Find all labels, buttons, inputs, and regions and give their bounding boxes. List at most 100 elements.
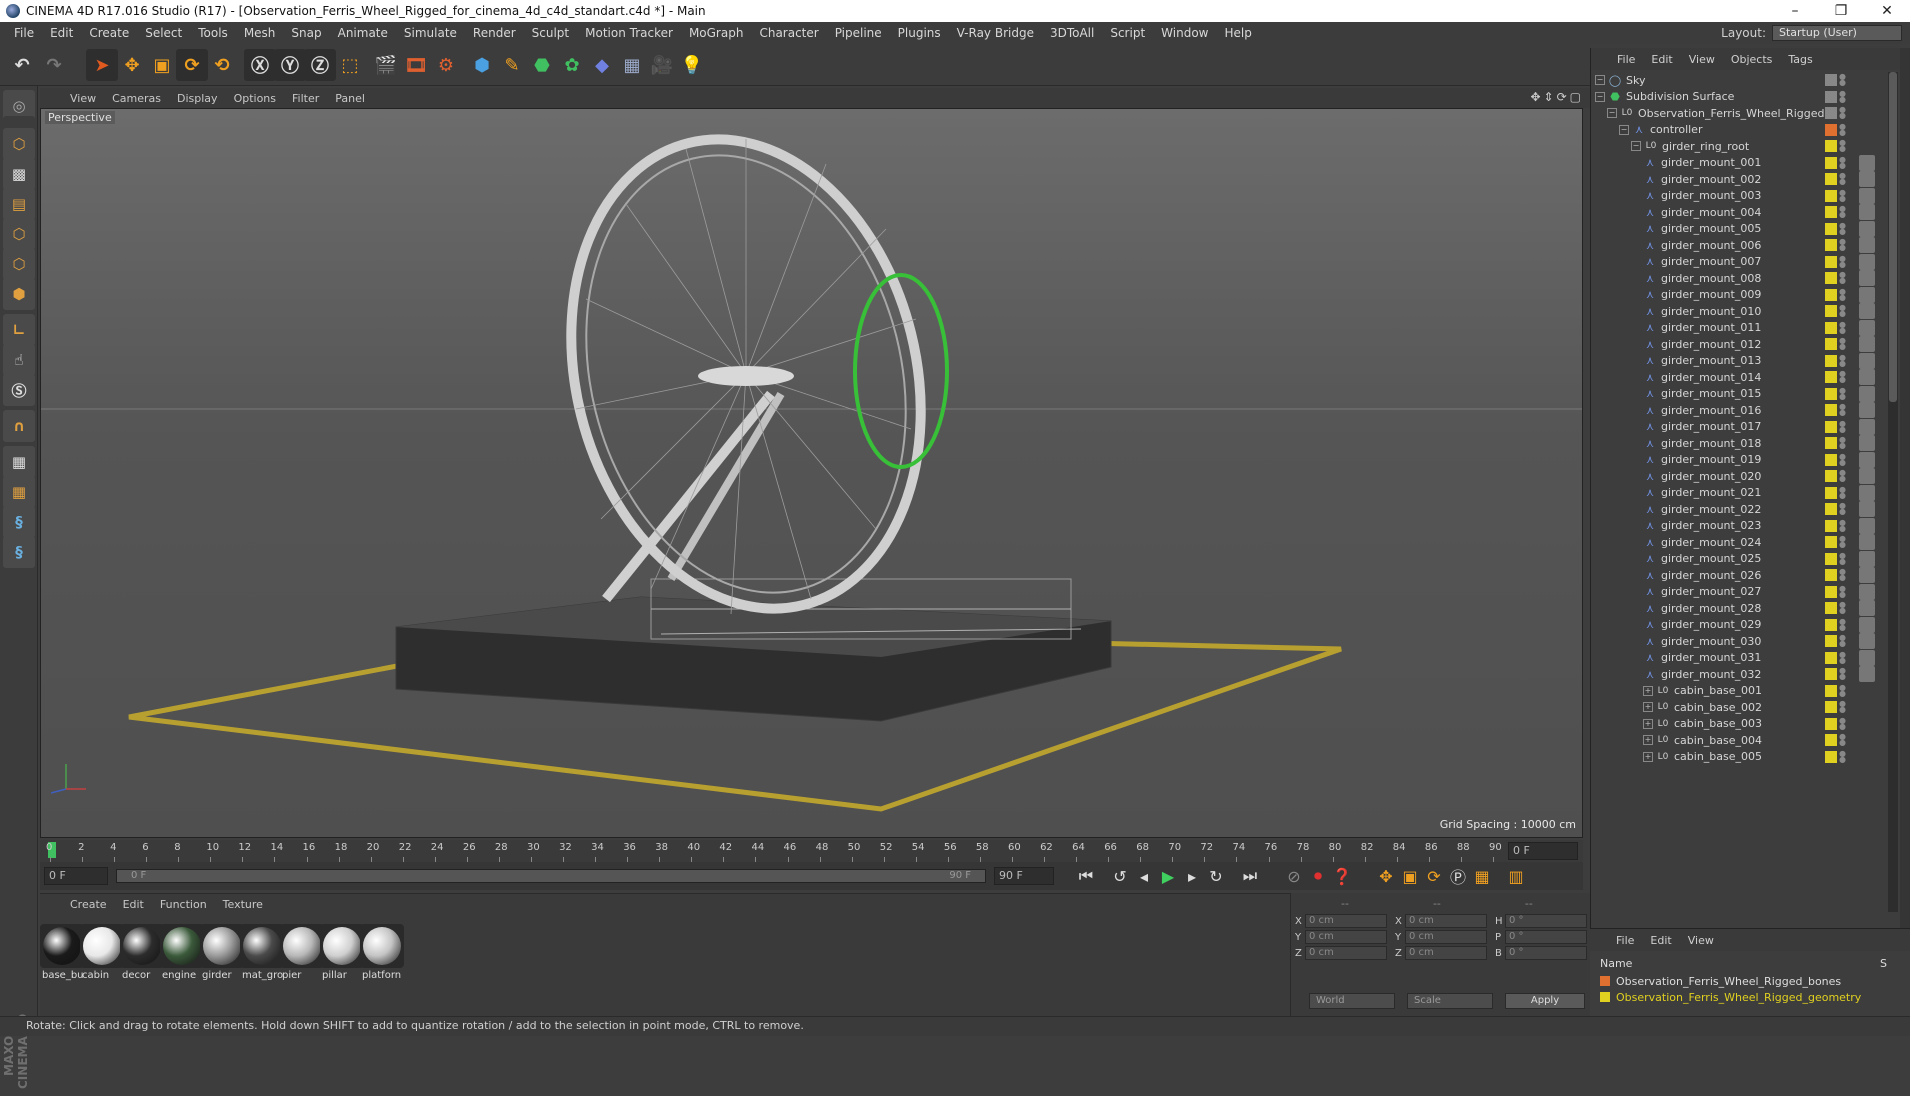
weight-tag-icon[interactable] [1859,418,1875,435]
material-preview[interactable] [160,924,204,968]
viewport-menu-view[interactable]: View [62,92,104,105]
menu-animate[interactable]: Animate [330,26,396,40]
apply-button[interactable]: Apply [1505,993,1585,1009]
coord-size-field[interactable]: 0 cm [1405,930,1487,944]
weight-tag-icon[interactable] [1859,286,1875,303]
visibility-dots-icon[interactable]: ● ● [1839,205,1846,219]
visibility-dots-icon[interactable]: ● ● [1839,386,1846,400]
layout-dropdown[interactable]: Startup (User) [1772,25,1902,41]
object-row[interactable]: ⋏ girder_mount_013 ● ● [1591,352,1887,369]
layer-color-swatch[interactable] [1825,470,1837,482]
visibility-dots-icon[interactable]: ● ● [1839,320,1846,334]
tree-expand-toggle[interactable]: + [1643,685,1653,696]
menu-script[interactable]: Script [1102,26,1153,40]
edges-mode-icon[interactable]: ⬡ [3,248,35,280]
layer-row[interactable]: Observation_Ferris_Wheel_Rigged_bones [1600,973,1900,989]
layer-menu-file[interactable]: File [1608,934,1642,947]
coord-pos-field[interactable]: 0 cm [1305,946,1387,960]
coord-rot-field[interactable]: 0 ° [1505,946,1587,960]
object-row[interactable]: ⋏ girder_mount_023 ● ● [1591,517,1887,534]
object-menu-objects[interactable]: Objects [1723,53,1781,66]
lock-workplane-icon[interactable]: ▦ [3,446,35,478]
weight-tag-icon[interactable] [1859,253,1875,270]
material-preview[interactable] [280,924,324,968]
layer-color-swatch[interactable] [1825,519,1837,532]
layer-color-swatch[interactable] [1825,140,1837,152]
layer-color-swatch[interactable] [1825,618,1837,631]
visibility-dots-icon[interactable]: ● ● [1839,89,1846,103]
object-row[interactable]: ⋏ girder_mount_010 ● ● [1591,303,1887,319]
object-row[interactable]: ⋏ girder_mount_018 ● ● [1591,435,1887,451]
object-row[interactable]: ⋏ girder_mount_014 ● ● [1591,369,1887,385]
layer-color-swatch[interactable] [1600,992,1610,1002]
visibility-dots-icon[interactable]: ● ● [1839,353,1846,367]
layer-color-swatch[interactable] [1825,453,1837,466]
object-row[interactable]: + L0 cabin_base_002 ● ● [1591,699,1887,715]
object-row[interactable]: ⋏ girder_mount_009 ● ● [1591,286,1887,303]
last-tool-icon[interactable]: ⟲ [206,49,238,81]
menu-motion-tracker[interactable]: Motion Tracker [577,26,681,40]
material-preview[interactable] [200,924,244,968]
scale-icon[interactable]: ▣ [146,49,178,81]
polygons-mode-icon[interactable]: ⬢ [3,278,35,310]
object-row[interactable]: ⋏ girder_mount_007 ● ● [1591,253,1887,270]
prev-keyframe-icon[interactable]: ↺ [1108,864,1132,888]
model-mode-icon[interactable]: ⬡ [3,128,35,160]
layer-color-swatch[interactable] [1825,420,1837,433]
autokey-icon[interactable]: ⏺ [1306,864,1330,888]
magnet-icon[interactable]: ∩ [3,410,35,442]
viewport-nav-icons[interactable]: ✥⇕⟳▢ [1530,90,1584,104]
points-mode-icon[interactable]: ⬡ [3,218,35,250]
texture-mode-icon[interactable]: ▩ [3,158,35,190]
cube-primitive-icon[interactable]: ⬢ [466,49,498,81]
weight-tag-icon[interactable] [1859,270,1875,286]
viewport-menu-cameras[interactable]: Cameras [104,92,169,105]
coord-pos-field[interactable]: 0 cm [1305,914,1387,928]
workplane-mode-icon[interactable]: ▤ [3,188,35,220]
weight-tag-icon[interactable] [1859,550,1875,567]
object-row[interactable]: ⋏ girder_mount_005 ● ● [1591,220,1887,237]
planar-workplane-icon[interactable]: ▦ [3,476,35,508]
viewport-menu-display[interactable]: Display [169,92,226,105]
python-script-icon[interactable]: § [3,506,35,538]
timeline-end-field[interactable]: 0 F [1508,842,1578,860]
object-row[interactable]: + L0 cabin_base_001 ● ● [1591,683,1887,699]
snap-toggle-icon[interactable]: Ⓢ [3,374,35,406]
object-row[interactable]: + L0 cabin_base_004 ● ● [1591,732,1887,748]
layer-color-swatch[interactable] [1825,206,1837,218]
spline-pen-icon[interactable]: ✎ [496,49,528,81]
viewport-menu-options[interactable]: Options [226,92,284,105]
layer-color-swatch[interactable] [1825,371,1837,383]
object-row[interactable]: ⋏ girder_mount_020 ● ● [1591,468,1887,484]
viewport-perspective[interactable]: Perspective Grid Spacing: 10000 cm [40,108,1583,838]
menu-window[interactable]: Window [1153,26,1216,40]
light-icon[interactable]: 💡 [676,49,708,81]
visibility-dots-icon[interactable]: ● ● [1839,287,1846,301]
viewport-menu-filter[interactable]: Filter [284,92,327,105]
visibility-dots-icon[interactable]: ● ● [1839,716,1846,730]
tree-expand-toggle[interactable]: + [1643,718,1653,729]
layer-color-swatch[interactable] [1825,288,1837,301]
coord-rot-field[interactable]: 0 ° [1505,930,1587,944]
layer-color-swatch[interactable] [1825,701,1837,713]
object-row[interactable]: ⋏ girder_mount_015 ● ● [1591,385,1887,402]
visibility-dots-icon[interactable]: ● ● [1839,337,1846,351]
weight-tag-icon[interactable] [1859,220,1875,237]
weight-tag-icon[interactable] [1859,666,1875,682]
render-settings-icon[interactable]: ⚙ [430,49,462,81]
weight-tag-icon[interactable] [1859,517,1875,534]
layer-color-swatch[interactable] [1825,552,1837,565]
layer-color-swatch[interactable] [1825,387,1837,400]
layer-color-swatch[interactable] [1825,156,1837,169]
object-row[interactable]: ⋏ girder_mount_025 ● ● [1591,550,1887,567]
menu-character[interactable]: Character [751,26,826,40]
weight-tag-icon[interactable] [1859,484,1875,501]
visibility-dots-icon[interactable]: ● ● [1839,122,1846,136]
layer-color-swatch[interactable] [1825,668,1837,680]
layer-color-swatch[interactable] [1825,717,1837,730]
camera-icon[interactable]: 🎥 [646,49,678,81]
menu-simulate[interactable]: Simulate [396,26,465,40]
close-button[interactable]: ✕ [1864,0,1910,22]
visibility-dots-icon[interactable]: ● ● [1839,749,1846,763]
weight-tag-icon[interactable] [1859,451,1875,468]
